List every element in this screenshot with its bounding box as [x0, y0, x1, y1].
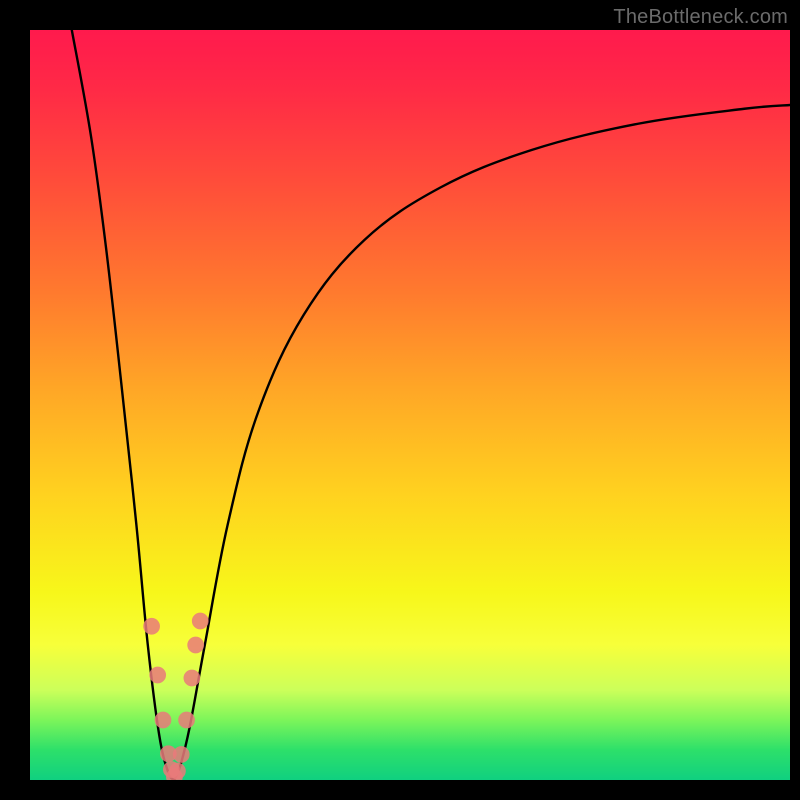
series-curve-right — [174, 105, 790, 780]
data-point — [192, 613, 209, 630]
data-point — [143, 618, 160, 635]
chart-frame: TheBottleneck.com — [0, 0, 800, 800]
data-point — [149, 667, 166, 684]
data-point — [155, 712, 172, 729]
plot-svg — [30, 30, 790, 780]
data-point — [178, 712, 195, 729]
watermark-text: TheBottleneck.com — [613, 6, 788, 29]
data-point — [173, 746, 190, 763]
plot-area — [30, 30, 790, 780]
data-point — [184, 670, 201, 687]
data-point — [169, 763, 186, 780]
data-point — [187, 637, 204, 654]
